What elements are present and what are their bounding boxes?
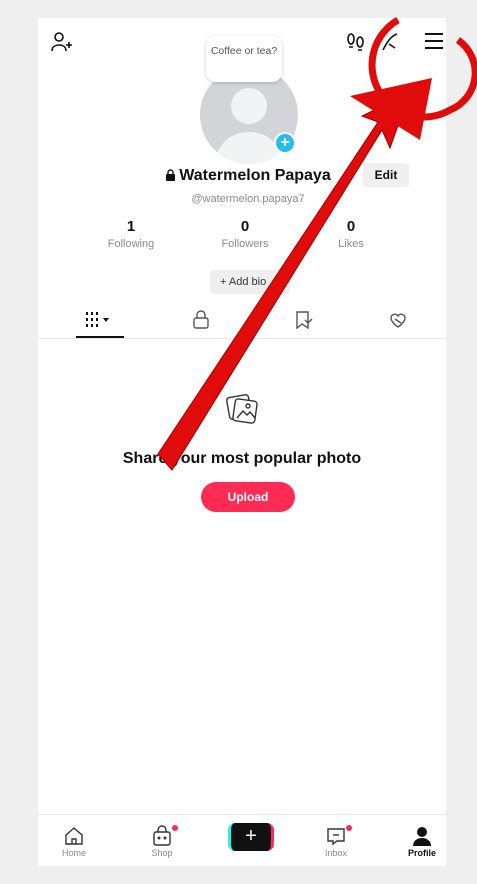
display-name-text: Watermelon Papaya [179,167,331,184]
tab-private[interactable] [192,310,210,330]
followers-label: Followers [221,238,269,250]
note-bubble[interactable]: Coffee or tea? [206,36,282,82]
profile-icon [413,827,431,846]
shop-icon [153,825,171,846]
bottom-nav: Home Shop + Inbox Profile [38,814,446,866]
inbox-notification-dot [346,825,352,831]
photo-icon [224,390,260,426]
person-plus-icon[interactable] [50,30,74,54]
followers-count: 0 [240,218,250,235]
nav-home[interactable]: Home [44,825,104,858]
nav-shop[interactable]: Shop [132,825,192,858]
tab-reposts[interactable] [294,310,314,330]
lock-icon [166,169,176,181]
nav-inbox-label: Inbox [324,848,348,858]
creator-tools-icon[interactable] [380,30,404,54]
username: @watermelon.papaya7 [191,193,305,205]
display-name: Watermelon Papaya [98,167,398,185]
note-bubble-text: Coffee or tea? [210,45,278,57]
liked-heart-icon [390,313,406,328]
nav-shop-label: Shop [151,848,173,858]
grid-icon [86,312,109,327]
tab-liked[interactable] [388,310,408,330]
nav-profile-label: Profile [407,848,436,858]
add-bio-button[interactable]: + Add bio [210,270,290,294]
likes-count: 0 [346,218,356,235]
lock-icon [193,310,209,329]
inbox-icon [327,828,345,846]
upload-button[interactable]: Upload [201,482,295,512]
home-icon [65,827,83,845]
tabs-divider [38,338,446,339]
nav-home-label: Home [61,848,86,858]
phone-screen: Coffee or tea? + Watermelon Papaya @wate… [38,18,446,866]
stat-following[interactable]: 1 Following [86,218,176,250]
following-label: Following [107,238,155,250]
nav-profile[interactable]: Profile [392,825,452,858]
following-count: 1 [126,218,136,235]
stat-likes[interactable]: 0 Likes [306,218,396,250]
nav-inbox[interactable]: Inbox [306,825,366,858]
hamburger-menu-icon[interactable] [424,30,444,52]
repost-icon [296,311,313,330]
add-avatar-plus-icon[interactable]: + [274,132,296,154]
likes-label: Likes [338,238,364,250]
stat-followers[interactable]: 0 Followers [200,218,290,250]
empty-state-message: Share your most popular photo [122,450,362,467]
edit-profile-button[interactable]: Edit [363,163,409,187]
shop-notification-dot [172,825,178,831]
footprints-icon[interactable] [344,30,368,54]
tab-videos-grid[interactable] [84,310,114,330]
create-plus-icon[interactable]: + [228,823,274,851]
